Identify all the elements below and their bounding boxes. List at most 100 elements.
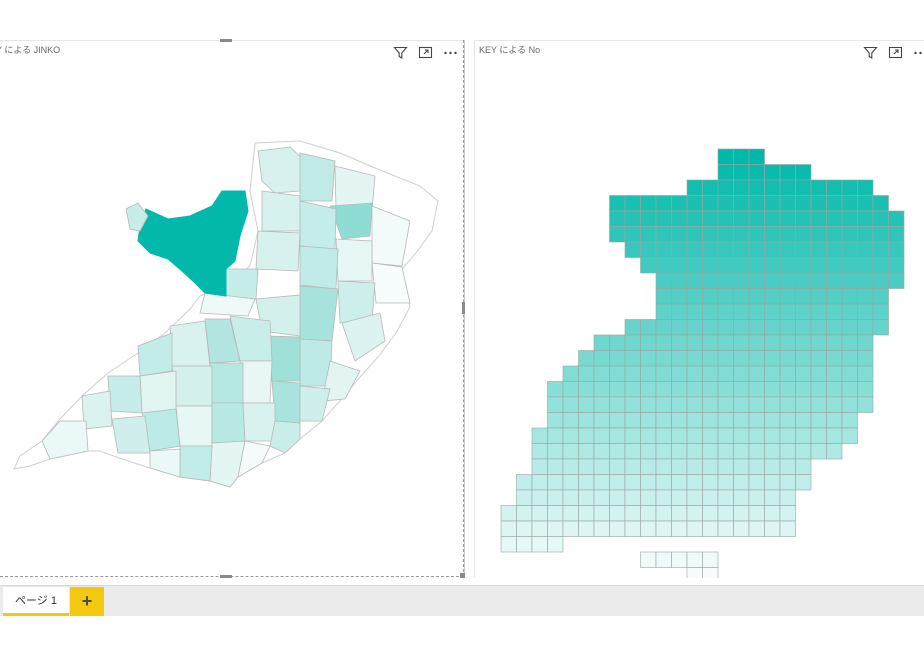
grid-cell[interactable] — [764, 210, 781, 227]
grid-cell[interactable] — [640, 226, 657, 243]
grid-cell[interactable] — [609, 443, 626, 460]
grid-cell[interactable] — [764, 474, 781, 491]
grid-cell[interactable] — [593, 350, 610, 367]
grid-cell[interactable] — [609, 412, 626, 429]
grid-cell[interactable] — [702, 334, 719, 351]
grid-cell[interactable] — [640, 520, 657, 537]
grid-cell[interactable] — [562, 489, 579, 506]
grid-cell[interactable] — [748, 303, 765, 320]
grid-cell[interactable] — [857, 350, 874, 367]
grid-cell[interactable] — [717, 164, 734, 181]
grid-cell[interactable] — [733, 396, 750, 413]
grid-cell[interactable] — [702, 443, 719, 460]
grid-cell[interactable] — [578, 396, 595, 413]
grid-cell[interactable] — [655, 288, 672, 305]
grid-cell[interactable] — [826, 303, 843, 320]
grid-cell[interactable] — [841, 257, 858, 274]
grid-cell[interactable] — [547, 412, 564, 429]
grid-cell[interactable] — [609, 458, 626, 475]
grid-cell[interactable] — [655, 272, 672, 289]
grid-cell[interactable] — [717, 365, 734, 382]
grid-cell[interactable] — [779, 381, 796, 398]
grid-cell[interactable] — [640, 350, 657, 367]
grid-cell[interactable] — [733, 474, 750, 491]
grid-cell[interactable] — [795, 272, 812, 289]
grid-cell[interactable] — [547, 427, 564, 444]
grid-cell[interactable] — [764, 241, 781, 258]
grid-cell[interactable] — [562, 443, 579, 460]
grid-cell[interactable] — [671, 350, 688, 367]
grid-cell[interactable] — [671, 443, 688, 460]
grid-cell[interactable] — [702, 412, 719, 429]
grid-cell[interactable] — [671, 489, 688, 506]
grid-cell[interactable] — [609, 474, 626, 491]
grid-cell[interactable] — [779, 210, 796, 227]
grid-cell[interactable] — [624, 365, 641, 382]
grid-cell[interactable] — [764, 427, 781, 444]
grid-cell[interactable] — [857, 226, 874, 243]
grid-cell[interactable] — [733, 350, 750, 367]
grid-cell[interactable] — [686, 365, 703, 382]
grid-cell[interactable] — [826, 396, 843, 413]
grid-cell[interactable] — [764, 365, 781, 382]
grid-cell[interactable] — [841, 303, 858, 320]
grid-cell[interactable] — [671, 241, 688, 258]
grid-cell[interactable] — [717, 226, 734, 243]
grid-cell[interactable] — [717, 210, 734, 227]
grid-cell[interactable] — [686, 474, 703, 491]
grid-cell[interactable] — [779, 412, 796, 429]
grid-cell[interactable] — [872, 210, 889, 227]
grid-cell[interactable] — [810, 210, 827, 227]
grid-cell[interactable] — [717, 148, 734, 165]
grid-cell[interactable] — [857, 303, 874, 320]
grid-cell[interactable] — [547, 505, 564, 522]
grid-cell[interactable] — [624, 195, 641, 212]
grid-cell[interactable] — [857, 381, 874, 398]
grid-cell[interactable] — [717, 505, 734, 522]
grid-cell[interactable] — [562, 396, 579, 413]
grid-cell[interactable] — [733, 303, 750, 320]
grid-cell[interactable] — [702, 551, 719, 568]
grid-cell[interactable] — [578, 443, 595, 460]
grid-cell[interactable] — [841, 210, 858, 227]
grid-cell[interactable] — [810, 272, 827, 289]
grid-cell[interactable] — [624, 458, 641, 475]
grid-cell[interactable] — [624, 226, 641, 243]
grid-cell[interactable] — [655, 396, 672, 413]
grid-cell[interactable] — [562, 458, 579, 475]
grid-cell[interactable] — [686, 210, 703, 227]
grid-cell[interactable] — [640, 257, 657, 274]
grid-cell[interactable] — [655, 443, 672, 460]
grid-cell[interactable] — [779, 272, 796, 289]
grid-cell[interactable] — [702, 505, 719, 522]
grid-cell[interactable] — [578, 474, 595, 491]
grid-cell[interactable] — [872, 195, 889, 212]
grid-cell[interactable] — [686, 272, 703, 289]
grid-cell[interactable] — [671, 474, 688, 491]
grid-cell[interactable] — [717, 179, 734, 196]
grid-cell[interactable] — [826, 319, 843, 336]
grid-cell[interactable] — [779, 303, 796, 320]
grid-cell[interactable] — [624, 210, 641, 227]
grid-cell[interactable] — [841, 195, 858, 212]
page-tab-1[interactable]: ページ 1 — [3, 587, 69, 616]
grid-cell[interactable] — [779, 288, 796, 305]
grid-cell[interactable] — [764, 164, 781, 181]
grid-cell[interactable] — [733, 412, 750, 429]
grid-cell[interactable] — [748, 381, 765, 398]
grid-cell[interactable] — [717, 412, 734, 429]
grid-cell[interactable] — [686, 288, 703, 305]
grid-cell[interactable] — [671, 505, 688, 522]
grid-cell[interactable] — [826, 381, 843, 398]
grid-cell[interactable] — [624, 396, 641, 413]
grid-cell[interactable] — [671, 396, 688, 413]
grid-cell[interactable] — [640, 443, 657, 460]
grid-cell[interactable] — [655, 210, 672, 227]
grid-cell[interactable] — [733, 365, 750, 382]
grid-cell[interactable] — [748, 226, 765, 243]
grid-cell[interactable] — [764, 334, 781, 351]
grid-cell[interactable] — [857, 257, 874, 274]
grid-cell[interactable] — [748, 241, 765, 258]
grid-cell[interactable] — [795, 288, 812, 305]
grid-cell[interactable] — [702, 272, 719, 289]
